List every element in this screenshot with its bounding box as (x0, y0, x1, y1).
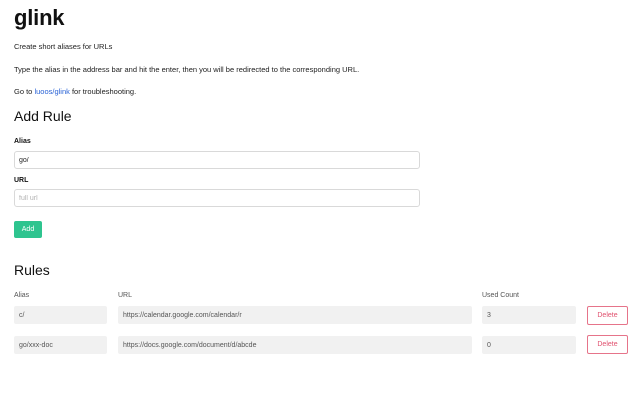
rule-alias-cell: c/ (14, 306, 107, 324)
troubleshooting-link[interactable]: luoos/glink (34, 87, 69, 96)
description-text: Create short aliases for URLs (14, 42, 113, 51)
add-rule-heading: Add Rule (14, 108, 72, 124)
instructions-text: Type the alias in the address bar and hi… (14, 65, 360, 74)
rule-alias-cell: go/xxx-doc (14, 336, 107, 354)
rule-count-cell: 3 (482, 306, 576, 324)
help-prefix: Go to (14, 87, 35, 96)
column-header-alias: Alias (14, 292, 30, 299)
column-header-used-count: Used Count (482, 292, 519, 299)
rule-url-cell: https://docs.google.com/document/d/abcde (118, 336, 472, 354)
delete-rule-button[interactable]: Delete (587, 306, 628, 325)
column-header-url: URL (118, 292, 133, 299)
rule-url-cell: https://calendar.google.com/calendar/r (118, 306, 472, 324)
alias-label: Alias (14, 138, 31, 145)
add-button[interactable]: Add (14, 221, 42, 238)
rule-count-cell: 0 (482, 336, 576, 354)
alias-input[interactable] (14, 151, 420, 169)
help-suffix: for troubleshooting. (69, 87, 137, 96)
rules-heading: Rules (14, 262, 50, 278)
help-text: Go to luoos/glink for troubleshooting. (14, 87, 136, 96)
url-label: URL (14, 177, 29, 184)
delete-rule-button[interactable]: Delete (587, 335, 628, 354)
app-title: glink (14, 5, 65, 30)
url-input[interactable] (14, 189, 420, 207)
